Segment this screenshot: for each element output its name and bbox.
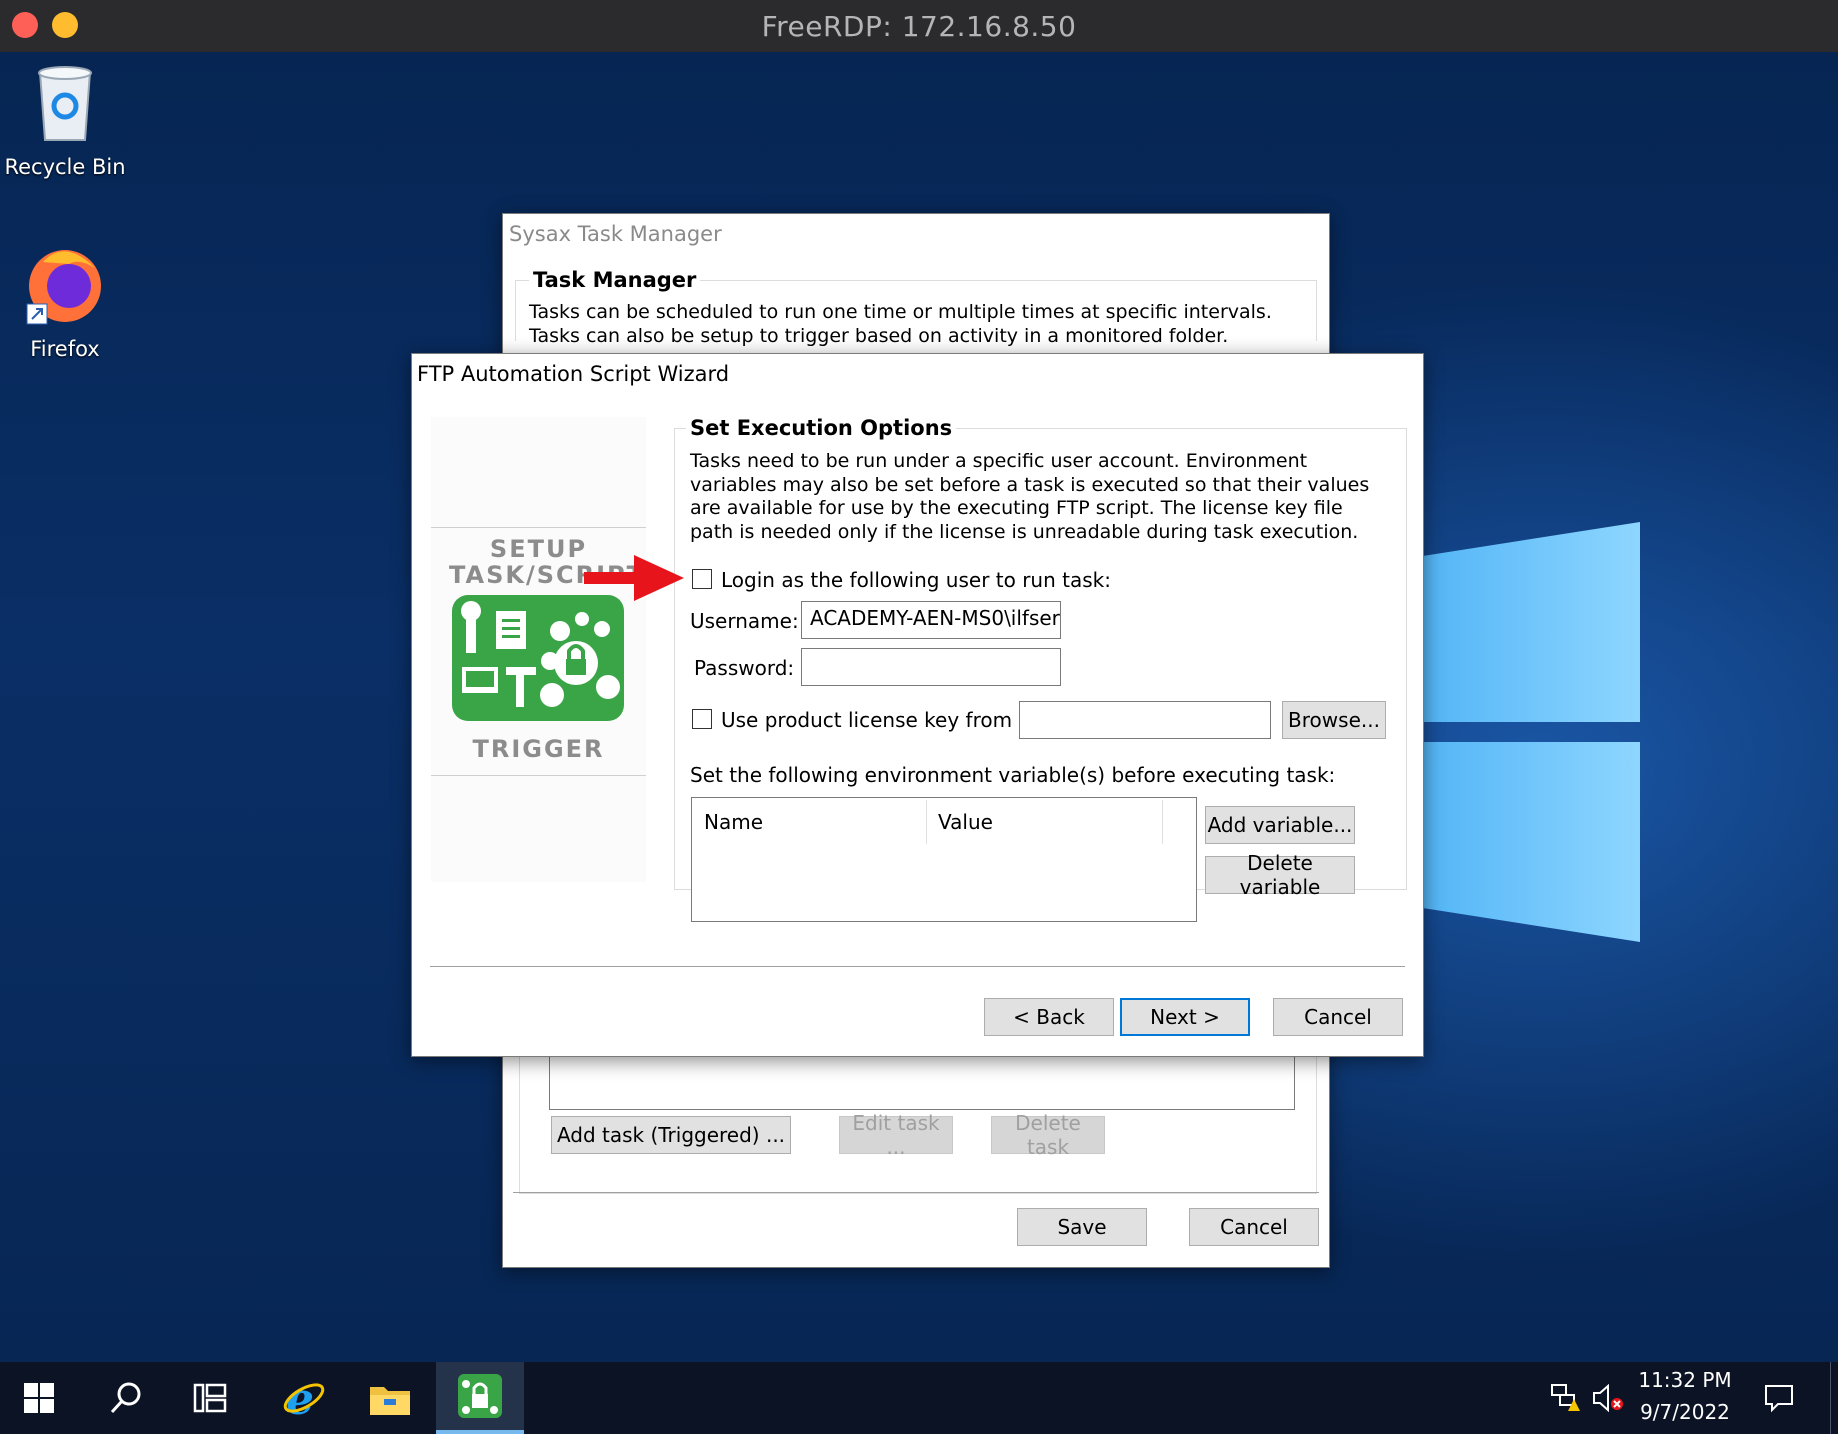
next-button[interactable]: Next > bbox=[1120, 998, 1250, 1036]
annotation-arrow bbox=[584, 555, 684, 601]
save-button[interactable]: Save bbox=[1017, 1208, 1147, 1246]
desktop-icon-recycle-bin[interactable]: Recycle Bin bbox=[0, 64, 130, 179]
taskbar-date: 9/7/2022 bbox=[1640, 1400, 1730, 1424]
volume-tray-button[interactable] bbox=[1588, 1362, 1628, 1434]
wizard-sidebar: SETUP TASK/SCRIPT TRIGGER bbox=[431, 417, 646, 882]
login-as-user-label[interactable]: Login as the following user to run task: bbox=[721, 568, 1111, 592]
username-field[interactable]: ACADEMY-AEN-MS0\ilfserve bbox=[801, 601, 1061, 639]
execution-options-title: Set Execution Options bbox=[686, 416, 957, 440]
task-manager-title: Sysax Task Manager bbox=[509, 222, 722, 246]
login-as-user-checkbox[interactable] bbox=[692, 569, 712, 589]
delete-task-button[interactable]: Delete task bbox=[991, 1111, 1105, 1159]
task-list[interactable] bbox=[549, 1054, 1295, 1110]
edit-task-button[interactable]: Edit task ... bbox=[839, 1111, 953, 1159]
start-button[interactable] bbox=[0, 1362, 78, 1434]
add-task-triggered-button[interactable]: Add task (Triggered) ... bbox=[551, 1116, 791, 1154]
sysax-app-button[interactable] bbox=[436, 1362, 524, 1434]
task-manager-description: Tasks can be scheduled to run one time o… bbox=[529, 301, 1272, 347]
task-view-icon bbox=[193, 1383, 227, 1413]
internet-explorer-icon: e bbox=[283, 1376, 325, 1420]
add-variable-button[interactable]: Add variable... bbox=[1205, 806, 1355, 844]
file-explorer-button[interactable] bbox=[348, 1362, 432, 1434]
task-manager-cancel-button[interactable]: Cancel bbox=[1189, 1208, 1319, 1246]
network-tray-button[interactable] bbox=[1544, 1362, 1584, 1434]
taskbar-time: 11:32 PM bbox=[1638, 1368, 1732, 1392]
firefox-icon bbox=[26, 250, 101, 325]
desktop-icon-label: Firefox bbox=[30, 337, 100, 361]
sysax-task-icon bbox=[452, 595, 624, 721]
env-column-header-value[interactable]: Value bbox=[938, 810, 993, 834]
password-field[interactable] bbox=[801, 648, 1061, 686]
file-explorer-icon bbox=[370, 1387, 410, 1415]
network-warning-icon bbox=[1551, 1384, 1580, 1411]
wizard-separator bbox=[430, 966, 1405, 967]
use-license-key-label[interactable]: Use product license key from file bbox=[721, 708, 1049, 732]
wizard-cancel-button[interactable]: Cancel bbox=[1273, 998, 1403, 1036]
back-button[interactable]: < Back bbox=[984, 998, 1114, 1036]
desktop-icon-firefox[interactable]: Firefox bbox=[0, 242, 130, 361]
wizard-title: FTP Automation Script Wizard bbox=[417, 362, 730, 386]
internet-explorer-button[interactable]: e bbox=[262, 1362, 346, 1434]
delete-variable-button[interactable]: Delete variable bbox=[1205, 851, 1355, 899]
volume-muted-icon bbox=[1593, 1383, 1623, 1413]
show-desktop-button[interactable] bbox=[1830, 1362, 1838, 1434]
recycle-bin-icon bbox=[38, 66, 92, 141]
environment-variables-list[interactable]: Name Value bbox=[691, 797, 1197, 922]
rdp-window-titlebar: FreeRDP: 172.16.8.50 bbox=[0, 0, 1838, 52]
taskbar-clock[interactable]: 11:32 PM 9/7/2022 bbox=[1630, 1368, 1740, 1424]
ftp-wizard-dialog: FTP Automation Script Wizard SETUP TASK/… bbox=[411, 353, 1424, 1057]
task-manager-separator bbox=[513, 1192, 1319, 1193]
rdp-window-title: FreeRDP: 172.16.8.50 bbox=[761, 10, 1077, 43]
task-view-button[interactable] bbox=[168, 1362, 252, 1434]
environment-variables-label: Set the following environment variable(s… bbox=[690, 763, 1336, 787]
sysax-app-icon bbox=[458, 1374, 502, 1418]
action-center-button[interactable] bbox=[1756, 1362, 1802, 1434]
windows-taskbar: e 11:32 PM 9/7/2022 bbox=[0, 1362, 1838, 1434]
license-file-path-field[interactable] bbox=[1019, 701, 1271, 739]
notification-icon bbox=[1765, 1385, 1793, 1413]
use-license-key-checkbox[interactable] bbox=[692, 709, 712, 729]
browse-button[interactable]: Browse... bbox=[1282, 701, 1386, 739]
desktop-icon-label: Recycle Bin bbox=[4, 155, 126, 179]
search-button[interactable] bbox=[84, 1362, 168, 1434]
task-manager-section-title: Task Manager bbox=[529, 268, 701, 292]
env-column-header-name[interactable]: Name bbox=[704, 810, 763, 834]
sidebar-trigger-text: TRIGGER bbox=[472, 735, 605, 763]
password-label: Password: bbox=[694, 656, 795, 680]
execution-options-description: Tasks need to be run under a specific us… bbox=[690, 450, 1370, 543]
search-icon bbox=[110, 1382, 141, 1414]
username-label: Username: bbox=[690, 609, 799, 633]
start-icon bbox=[24, 1383, 54, 1413]
